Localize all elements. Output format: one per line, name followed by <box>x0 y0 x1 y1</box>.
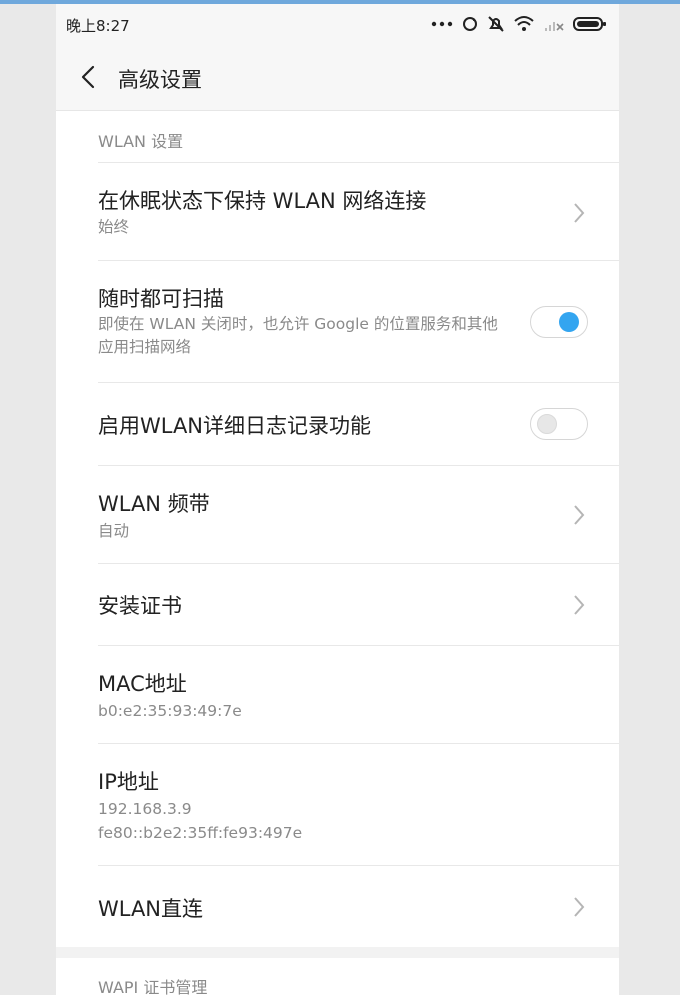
row-subtitle: 始终 <box>98 218 130 236</box>
divider <box>98 645 619 646</box>
ipv4-address-value: 192.168.3.9 <box>98 800 192 818</box>
divider <box>98 260 619 261</box>
chevron-right-icon <box>574 203 585 223</box>
divider <box>98 382 619 383</box>
divider <box>98 743 619 744</box>
more-dots-icon <box>431 21 453 27</box>
divider <box>98 162 619 163</box>
section-header-wapi-certificates: WAPI 证书管理 <box>98 978 208 995</box>
status-bar: 晚上8:27 <box>56 4 619 46</box>
chevron-right-icon <box>574 897 585 917</box>
row-title: WLAN 频带 <box>98 492 210 516</box>
status-time: 晚上8:27 <box>66 17 130 35</box>
phone-screen: 晚上8:27 高级设置 WLAN 设置 在休眠状态下保持 WLAN 网络连接 始… <box>56 4 619 995</box>
row-title: 启用WLAN详细日志记录功能 <box>98 414 372 438</box>
back-arrow-icon[interactable] <box>74 62 104 92</box>
battery-icon <box>573 17 606 31</box>
section-header-wlan-settings: WLAN 设置 <box>98 132 184 151</box>
wifi-icon <box>514 16 534 31</box>
row-title: 在休眠状态下保持 WLAN 网络连接 <box>98 189 427 213</box>
app-bar: 高级设置 <box>56 46 619 111</box>
cellular-signal-off-icon <box>545 22 564 31</box>
notifications-off-icon <box>488 16 504 32</box>
always-scan-toggle[interactable] <box>530 306 588 338</box>
row-title: IP地址 <box>98 770 159 794</box>
toggle-knob <box>559 312 579 332</box>
ipv6-address-value: fe80::b2e2:35ff:fe93:497e <box>98 824 303 842</box>
mac-address-value: b0:e2:35:93:49:7e <box>98 702 242 720</box>
divider <box>98 465 619 466</box>
row-subtitle: 自动 <box>98 522 130 540</box>
sync-icon <box>463 17 477 31</box>
verbose-logging-toggle[interactable] <box>530 408 588 440</box>
row-title: MAC地址 <box>98 672 187 696</box>
divider <box>98 563 619 564</box>
status-icons <box>431 13 607 35</box>
toggle-knob <box>537 414 557 434</box>
section-gap <box>56 947 619 958</box>
chevron-right-icon <box>574 595 585 615</box>
row-title: 安装证书 <box>98 594 182 618</box>
row-subtitle: 即使在 WLAN 关闭时，也允许 Google 的位置服务和其他应用扫描网络 <box>98 315 498 357</box>
row-title: WLAN直连 <box>98 897 204 921</box>
row-title: 随时都可扫描 <box>98 287 224 311</box>
page-title: 高级设置 <box>118 68 202 92</box>
chevron-right-icon <box>574 505 585 525</box>
divider <box>98 865 619 866</box>
